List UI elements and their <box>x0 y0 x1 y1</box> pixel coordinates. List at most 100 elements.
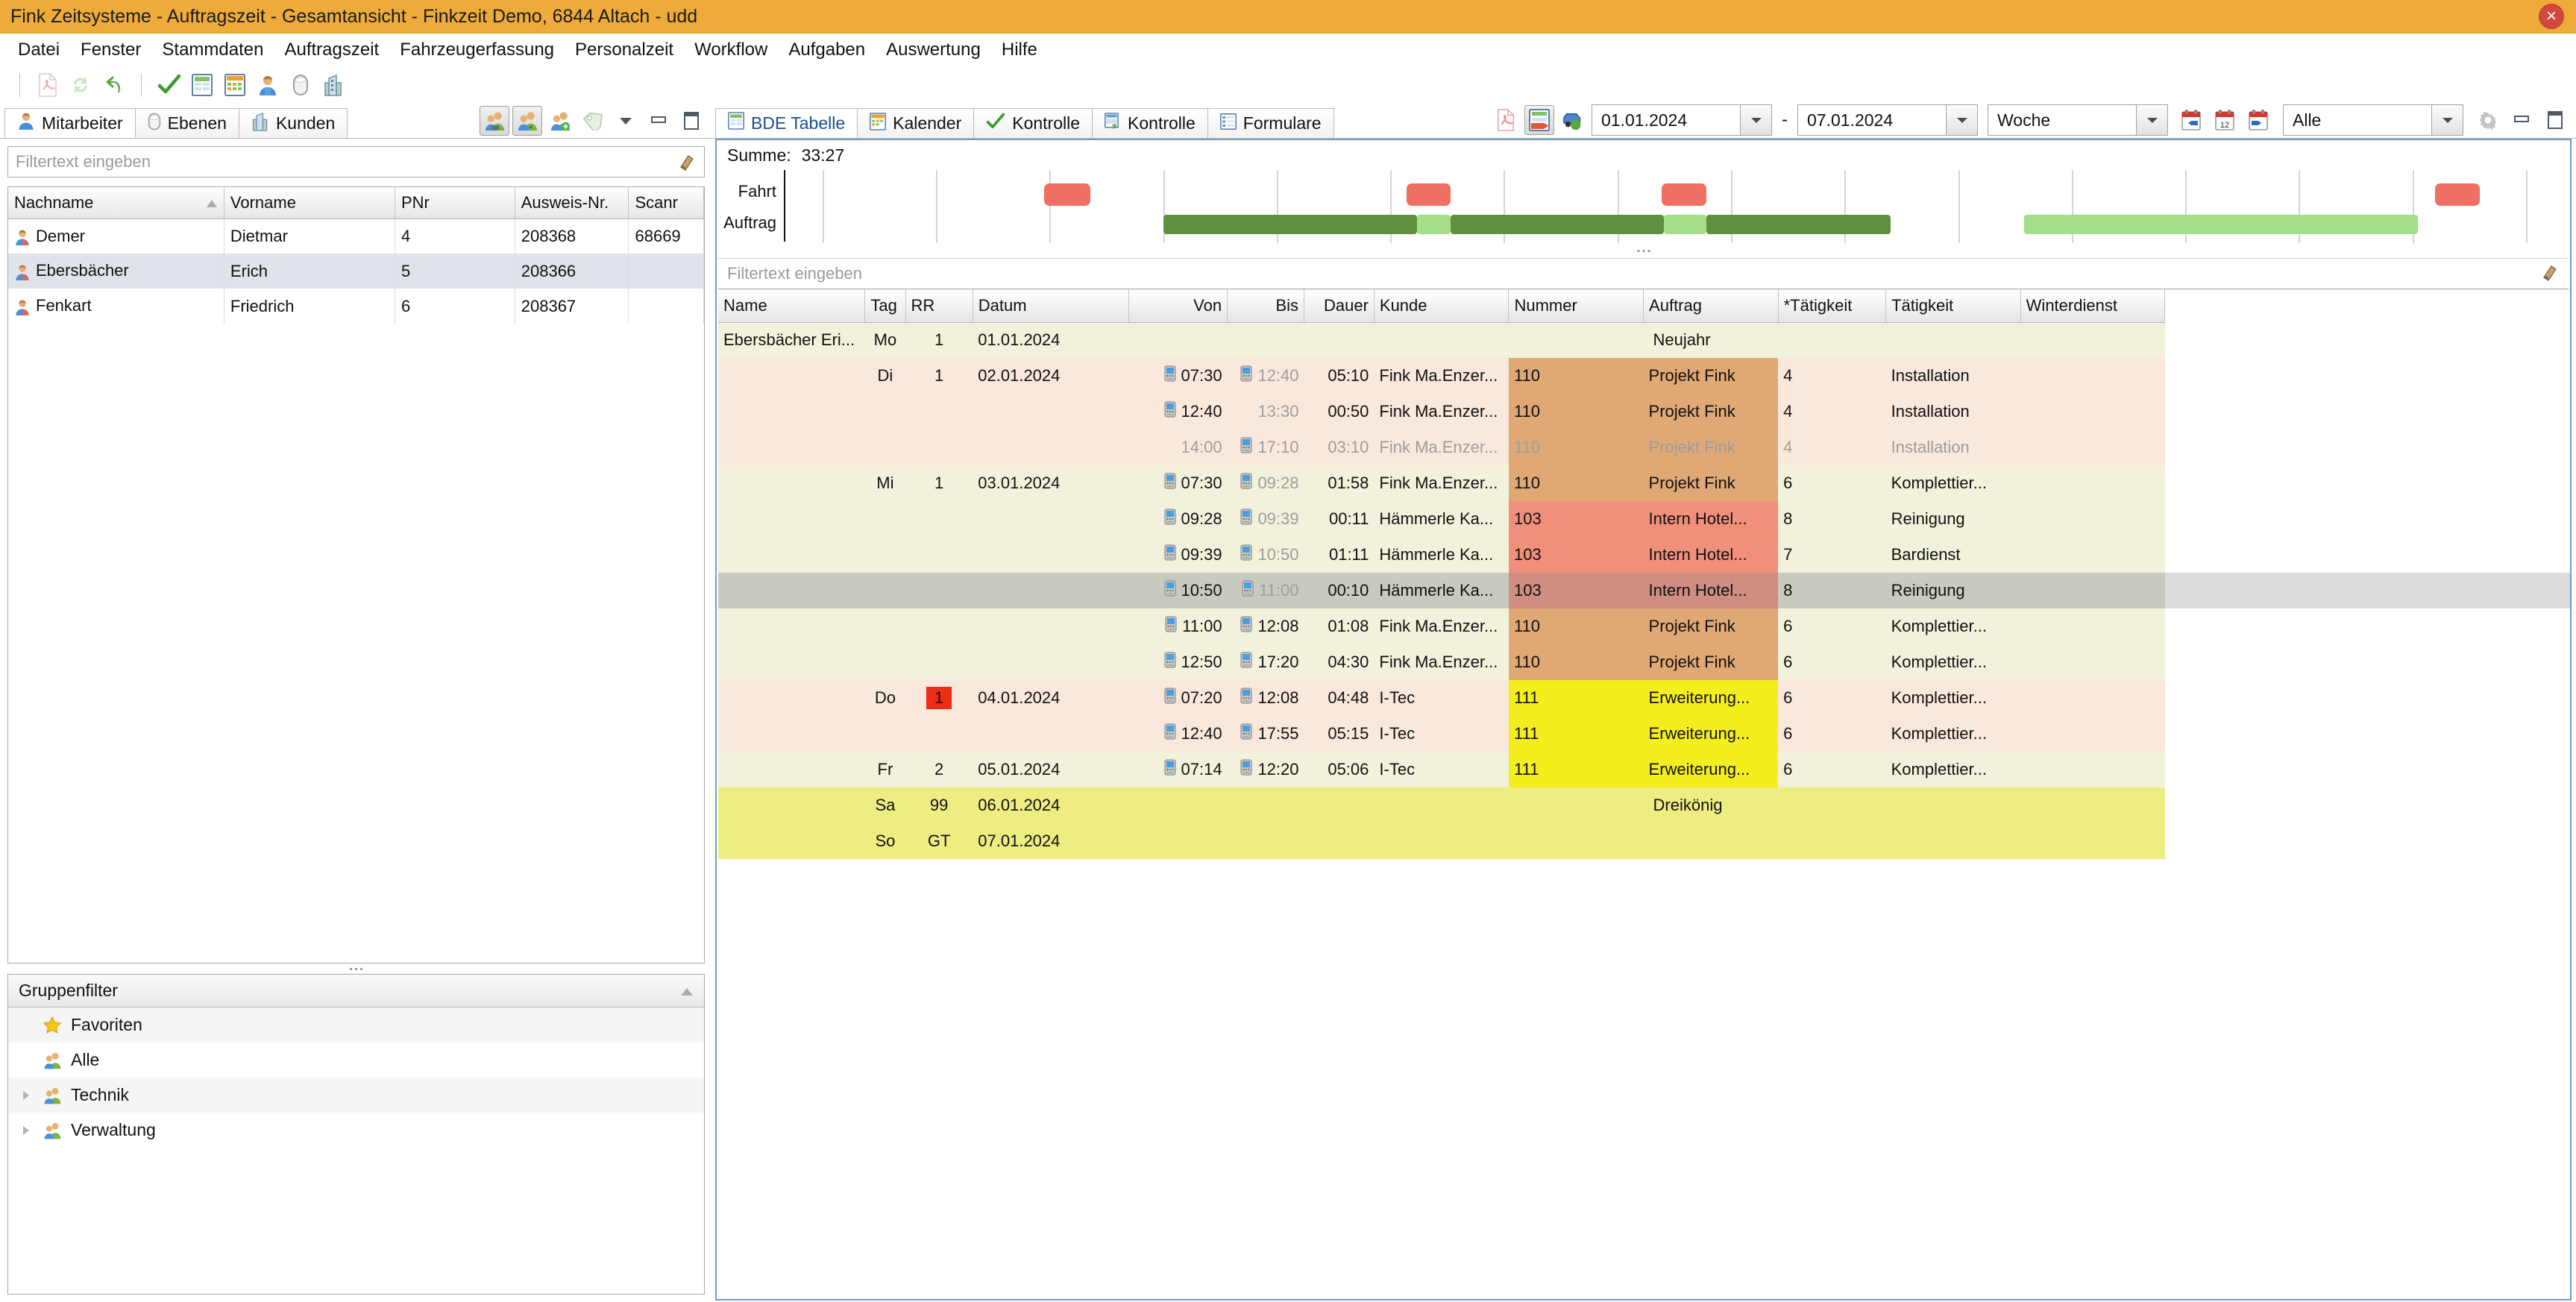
chevron-up-icon[interactable] <box>680 981 694 1001</box>
col-header-dauer[interactable]: Dauer <box>1304 289 1375 323</box>
table-row[interactable]: So GT 07.01.2024 <box>718 823 2165 859</box>
col-header-pnr[interactable]: PNr <box>395 187 515 219</box>
table-row[interactable]: 09:28 09:39 00:11 Hämmerle Ka... 103 Intern H… <box>718 501 2165 537</box>
minimize-icon[interactable] <box>644 106 673 136</box>
table-row[interactable]: Mi 1 03.01.2024 07:30 09:28 01:58 Fink Ma.Enze… <box>718 465 2165 501</box>
tab-formulare[interactable]: Formulare <box>1207 108 1334 138</box>
gruppenfilter-header[interactable]: Gruppenfilter <box>8 975 704 1007</box>
menu-item-auswertung[interactable]: Auswertung <box>876 37 991 63</box>
tab-kontrolle-export[interactable]: Kontrolle <box>1092 108 1208 138</box>
table-row[interactable]: Fr 2 05.01.2024 07:14 12:20 05:06 I-Tec 111 Erwe… <box>718 752 2165 787</box>
calendar-icon[interactable] <box>221 71 249 99</box>
timeline-bar-auftrag[interactable] <box>1706 215 1891 234</box>
timeline-bar-auftrag[interactable] <box>1163 215 1417 234</box>
timeline-bar-fahrt[interactable] <box>1662 183 1706 206</box>
table-icon[interactable] <box>188 71 216 99</box>
timeline-bar-auftrag[interactable] <box>1663 215 1706 234</box>
table-row[interactable]: 14:00 17:10 03:10 Fink Ma.Enzer... 110 Projek… <box>718 430 2165 465</box>
pdf-export-icon[interactable] <box>34 71 62 99</box>
col-header-ausweisnr[interactable]: Ausweis-Nr. <box>515 187 629 219</box>
tab-ebenen[interactable]: Ebenen <box>134 108 239 138</box>
list-item[interactable]: Alle <box>8 1042 704 1078</box>
calendar-today-icon[interactable]: 12 <box>2210 105 2240 135</box>
list-item[interactable]: Technik <box>8 1078 704 1113</box>
pdf-export-icon[interactable] <box>1491 105 1521 135</box>
table-row[interactable]: Ebersbächer Eri... Mo 1 01.01.2024 Neujahr <box>718 322 2165 358</box>
period-combo[interactable]: Woche <box>1988 104 2168 136</box>
refresh-icon[interactable] <box>66 71 95 99</box>
maximize-icon[interactable] <box>2540 105 2570 135</box>
date-to-combo[interactable]: 07.01.2024 <box>1797 104 1978 136</box>
list-item[interactable]: Verwaltung <box>8 1113 704 1148</box>
table-row[interactable]: 12:40 17:55 05:15 I-Tec 111 Erweiterung... 6 Ko… <box>718 716 2165 752</box>
date-to-input[interactable]: 07.01.2024 <box>1797 104 1947 136</box>
table-row[interactable]: Di 1 02.01.2024 07:30 12:40 05:10 Fink Ma.Enze… <box>718 358 2165 394</box>
col-header-taetigkeit-nr[interactable]: *Tätigkeit <box>1778 289 1887 323</box>
check-icon[interactable] <box>155 71 183 99</box>
calendar-next-icon[interactable] <box>2243 105 2273 135</box>
calendar-prev-icon[interactable] <box>2176 105 2206 135</box>
col-header-bis[interactable]: Bis <box>1227 289 1304 323</box>
chevron-down-icon[interactable] <box>2137 104 2168 136</box>
tab-kunden[interactable]: Kunden <box>238 108 348 138</box>
level-icon[interactable] <box>286 71 315 99</box>
table-row[interactable]: 09:39 10:50 01:11 Hämmerle Ka... 103 Intern H… <box>718 537 2165 573</box>
date-from-input[interactable]: 01.01.2024 <box>1592 104 1741 136</box>
table-row[interactable]: 11:00 12:08 01:08 Fink Ma.Enzer... 110 Projek… <box>718 608 2165 644</box>
menu-item-workflow[interactable]: Workflow <box>684 37 778 63</box>
menu-item-fahrzeugerfassung[interactable]: Fahrzeugerfassung <box>389 37 565 63</box>
group-assign-icon[interactable] <box>480 106 509 136</box>
menu-item-personalzeit[interactable]: Personalzeit <box>565 37 684 63</box>
col-header-auftrag[interactable]: Auftrag <box>1643 289 1779 323</box>
list-item[interactable]: Favoriten <box>8 1007 704 1042</box>
col-header-rr[interactable]: RR <box>905 289 973 323</box>
table-row[interactable]: 10:50 11:00 00:10 Hämmerle Ka... 103 Intern H… <box>718 573 2165 608</box>
timeline-bar-auftrag[interactable] <box>1451 215 1664 234</box>
timeline-bar-auftrag[interactable] <box>2023 215 2418 234</box>
timeline-bar-fahrt[interactable] <box>2435 183 2480 206</box>
chevron-down-icon[interactable] <box>1741 104 1772 136</box>
bde-filter-input[interactable]: Filtertext eingeben <box>718 258 2569 289</box>
left-panel-splitter[interactable] <box>0 963 712 974</box>
tab-kontrolle-check[interactable]: Kontrolle <box>973 108 1093 138</box>
undo-icon[interactable] <box>99 71 128 99</box>
col-header-taetigkeit[interactable]: Tätigkeit <box>1885 289 2021 323</box>
excel-export-icon[interactable] <box>1524 105 1554 135</box>
col-header-nummer[interactable]: Nummer <box>1508 289 1644 323</box>
table-row[interactable]: Sa 99 06.01.2024 Dreikönig <box>718 787 2165 823</box>
col-header-datum[interactable]: Datum <box>973 289 1130 323</box>
period-value[interactable]: Woche <box>1988 104 2137 136</box>
col-header-kunde[interactable]: Kunde <box>1374 289 1510 323</box>
chevron-down-icon[interactable] <box>2432 104 2463 136</box>
col-header-tag[interactable]: Tag <box>864 289 906 323</box>
menu-item-fenster[interactable]: Fenster <box>70 37 151 63</box>
employee-filter-input[interactable]: Filtertext eingeben <box>7 146 705 177</box>
employee-icon[interactable] <box>254 71 282 99</box>
menu-item-stammdaten[interactable]: Stammdaten <box>151 37 274 63</box>
eraser-icon[interactable] <box>2540 262 2560 286</box>
col-header-von[interactable]: Von <box>1128 289 1228 323</box>
tab-kalender[interactable]: Kalender <box>857 108 975 138</box>
filter-value[interactable]: Alle <box>2283 104 2432 136</box>
maximize-icon[interactable] <box>676 106 706 136</box>
col-header-vorname[interactable]: Vorname <box>224 187 395 219</box>
menu-item-auftragszeit[interactable]: Auftragszeit <box>274 37 389 63</box>
expand-arrow-icon[interactable] <box>19 1125 34 1136</box>
col-header-winterdienst[interactable]: Winterdienst <box>2020 289 2166 323</box>
timeline-splitter[interactable] <box>1637 250 1650 252</box>
table-row[interactable]: 12:50 17:20 04:30 Fink Ma.Enzer... 110 Projek… <box>718 644 2165 680</box>
menu-item-hilfe[interactable]: Hilfe <box>991 37 1048 63</box>
col-header-scanr[interactable]: Scanr <box>628 187 704 219</box>
minimize-icon[interactable] <box>2507 105 2536 135</box>
table-row[interactable]: Do 1 04.01.2024 07:20 12:08 04:48 I-Tec 111 Erwe… <box>718 680 2165 716</box>
eraser-icon[interactable] <box>677 152 697 172</box>
table-row[interactable]: Ebersbächer Erich 5 208366 <box>8 254 704 289</box>
col-header-name[interactable]: Name <box>718 289 866 323</box>
timeline-plot[interactable] <box>784 170 2560 243</box>
menu-item-datei[interactable]: Datei <box>7 37 70 63</box>
tag-icon[interactable] <box>578 106 608 136</box>
gear-icon[interactable] <box>2473 105 2503 135</box>
table-row[interactable]: Fenkart Friedrich 6 208367 <box>8 289 704 324</box>
timeline-bar-auftrag[interactable] <box>1416 215 1451 234</box>
tab-bde-tabelle[interactable]: BDE Tabelle <box>715 108 858 138</box>
